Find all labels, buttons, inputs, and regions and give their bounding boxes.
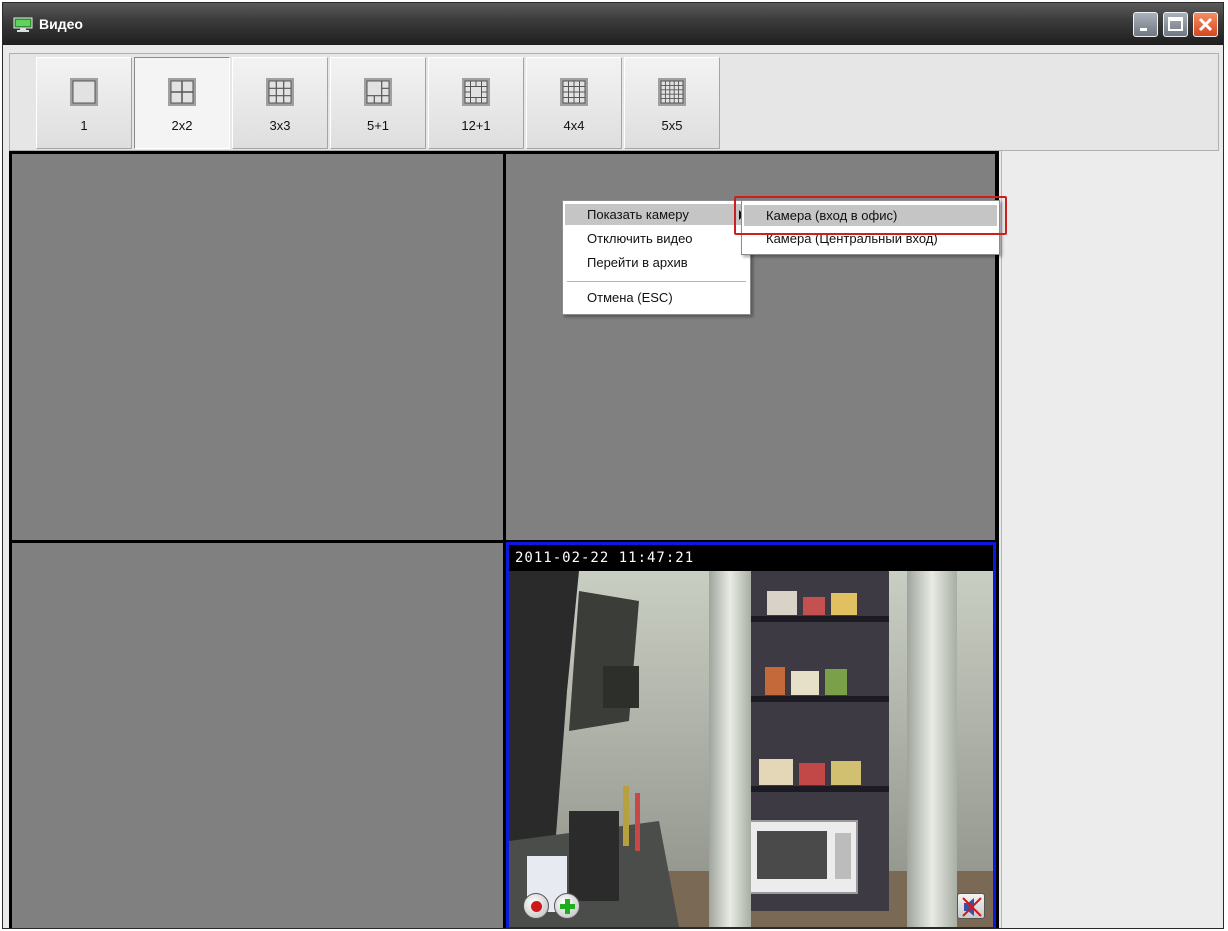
layout-5x5-icon <box>658 78 686 106</box>
layout-label: 3x3 <box>269 118 291 133</box>
layout-label: 12+1 <box>461 118 491 133</box>
video-cell-3[interactable] <box>12 543 503 928</box>
layout-button-5x5[interactable]: 5x5 <box>624 57 720 149</box>
maximize-button[interactable] <box>1163 12 1188 37</box>
minimize-button[interactable] <box>1133 12 1158 37</box>
layout-toolbar: 1 2x2 3x3 5+1 12+1 4x4 5x5 <box>9 53 1219 151</box>
sound-mute-button[interactable] <box>957 893 985 919</box>
layout-button-2x2[interactable]: 2x2 <box>134 57 230 149</box>
layout-label: 5+1 <box>366 118 390 133</box>
layout-1-icon <box>70 78 98 106</box>
menu-item-label: Отключить видео <box>587 231 693 246</box>
video-timestamp: 2011-02-22 11:47:21 <box>515 550 695 566</box>
layout-5plus1-icon <box>364 78 392 106</box>
layout-label: 1 <box>80 118 88 133</box>
layout-2x2-icon <box>168 78 196 106</box>
menu-item-label: Отмена (ESC) <box>587 290 673 305</box>
layout-button-5plus1[interactable]: 5+1 <box>330 57 426 149</box>
menu-item-go-to-archive[interactable]: Перейти в архив <box>565 252 748 273</box>
plus-icon <box>560 899 575 914</box>
layout-button-1[interactable]: 1 <box>36 57 132 149</box>
layout-button-12plus1[interactable]: 12+1 <box>428 57 524 149</box>
video-grid: 2011-02-22 11:47:21 <box>9 151 999 928</box>
menu-item-cancel[interactable]: Отмена (ESC) <box>565 287 748 308</box>
record-icon <box>531 901 542 912</box>
menu-item-disable-video[interactable]: Отключить видео <box>565 228 748 249</box>
highlight-callout-box <box>734 196 1007 235</box>
timestamp-bar: 2011-02-22 11:47:21 <box>509 545 993 571</box>
speaker-muted-icon <box>962 897 982 917</box>
camera-video-image <box>509 571 993 927</box>
layout-button-4x4[interactable]: 4x4 <box>526 57 622 149</box>
window-title: Видео <box>39 16 83 32</box>
layout-12plus1-icon <box>462 78 490 106</box>
layout-label: 4x4 <box>563 118 585 133</box>
layout-label: 5x5 <box>661 118 683 133</box>
video-window: Видео 1 2x2 3x3 5+1 12+1 4x4 5x5 2011-02… <box>2 2 1224 929</box>
layout-3x3-icon <box>266 78 294 106</box>
menu-separator <box>567 281 746 282</box>
layout-label: 2x2 <box>171 118 193 133</box>
menu-item-label: Перейти в архив <box>587 255 688 270</box>
menu-item-label: Показать камеру <box>587 207 689 222</box>
video-cell-1[interactable] <box>12 154 503 540</box>
record-button[interactable] <box>523 893 549 919</box>
context-menu: Показать камеру Отключить видео Перейти … <box>562 200 751 315</box>
close-button[interactable] <box>1193 12 1218 37</box>
title-bar[interactable]: Видео <box>3 3 1223 45</box>
monitor-icon <box>13 17 33 32</box>
close-icon <box>1198 17 1213 32</box>
add-button[interactable] <box>554 893 580 919</box>
menu-item-show-camera[interactable]: Показать камеру <box>565 204 748 225</box>
video-cell-4-active[interactable]: 2011-02-22 11:47:21 <box>506 542 996 928</box>
minimize-icon <box>1140 28 1147 31</box>
maximize-icon <box>1168 17 1183 31</box>
layout-button-3x3[interactable]: 3x3 <box>232 57 328 149</box>
layout-4x4-icon <box>560 78 588 106</box>
right-side-panel <box>1001 151 1220 928</box>
